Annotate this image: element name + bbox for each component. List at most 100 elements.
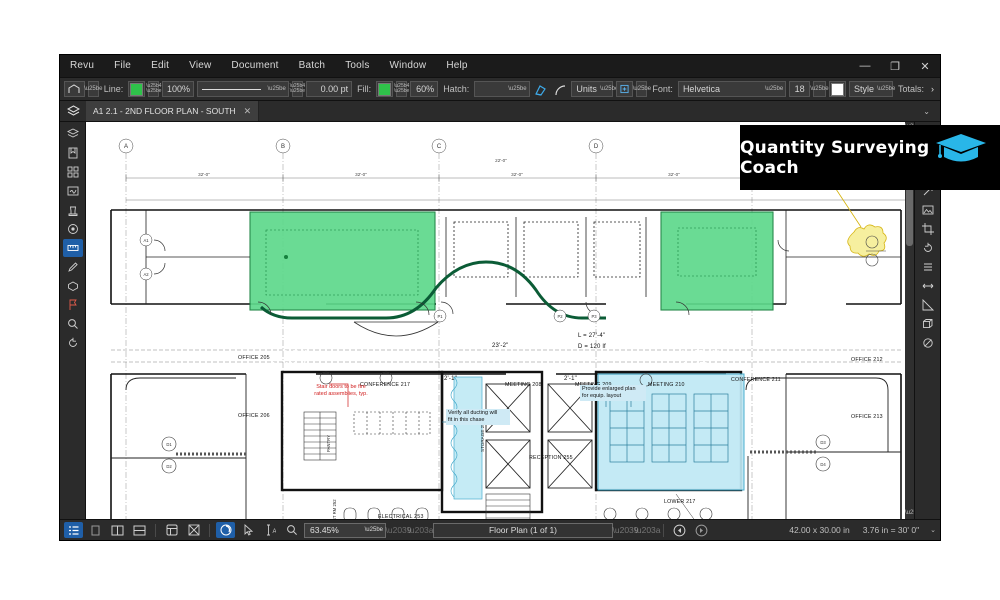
font-size-value[interactable]: 18 — [789, 81, 810, 97]
tab-overflow-icon[interactable]: ⌄ — [917, 107, 936, 116]
measurement-label[interactable]: A = 640 sf — [271, 362, 306, 369]
last-page-icon[interactable] — [692, 522, 711, 538]
measurements-icon[interactable] — [62, 239, 83, 257]
arc-tool-icon[interactable] — [552, 81, 568, 98]
count-tool-icon[interactable] — [918, 258, 938, 276]
line-width-stepper[interactable]: \u25b4 \u25be — [290, 81, 305, 97]
menu-item-view[interactable]: View — [179, 55, 221, 77]
menu-item-batch[interactable]: Batch — [289, 55, 336, 77]
align-icon[interactable] — [616, 81, 634, 97]
flag-icon[interactable] — [63, 296, 83, 314]
svg-text:32'-0": 32'-0" — [668, 172, 680, 177]
highlighter-icon[interactable] — [533, 81, 549, 98]
revert-icon[interactable] — [63, 334, 83, 352]
align-dropdown[interactable]: \u25be — [633, 81, 651, 97]
annotation-stair-doors[interactable]: Stair doors to be fire rated assemblies,… — [296, 384, 386, 398]
volume-tool-icon[interactable] — [918, 315, 938, 333]
zoom-in-step-icon[interactable]: \u203a — [408, 522, 434, 538]
zoom-tool-icon[interactable] — [282, 522, 301, 538]
window-controls: — ❐ ✕ — [850, 55, 940, 77]
measurement-label[interactable]: D = 120 lf — [578, 344, 606, 350]
style-dropdown[interactable]: Style \u25be — [848, 81, 895, 97]
bookmarks-icon[interactable] — [63, 144, 83, 162]
select-tool-icon[interactable] — [238, 522, 257, 538]
zoom-out-step-icon[interactable]: \u2039 — [386, 522, 412, 538]
markup-pen-icon[interactable] — [63, 258, 83, 276]
area-tool-icon[interactable] — [918, 296, 938, 314]
length-tool-icon[interactable] — [918, 277, 938, 295]
line-opacity-value[interactable]: 100% — [162, 81, 194, 97]
measurement-label[interactable]: 2'-1" — [444, 376, 457, 382]
single-page-icon[interactable] — [86, 522, 105, 538]
tab-a1-2-1-2nd-floor-plan-south[interactable]: A1 2.1 - 2ND FLOOR PLAN - SOUTH ✕ — [86, 101, 260, 121]
diameter-tool-icon[interactable] — [918, 334, 938, 352]
measurement-label[interactable]: L = 100'-9" — [271, 350, 308, 357]
maximize-icon[interactable]: ❐ — [880, 55, 910, 77]
minimize-icon[interactable]: — — [850, 55, 880, 77]
menu-item-document[interactable]: Document — [221, 55, 288, 77]
close-icon[interactable]: ✕ — [910, 55, 940, 77]
fit-page-icon[interactable] — [184, 522, 203, 538]
shape-icon[interactable] — [63, 277, 83, 295]
menu-item-tools[interactable]: Tools — [335, 55, 379, 77]
room-label: OFFICE 212 — [851, 357, 883, 363]
font-size-dropdown[interactable]: \u25be — [810, 81, 829, 97]
menu-item-window[interactable]: Window — [380, 55, 437, 77]
text-select-icon[interactable]: A — [260, 522, 279, 538]
shape-tool-dropdown[interactable]: \u25be — [84, 81, 102, 97]
measurement-label[interactable]: 2'-1" — [564, 376, 577, 382]
split-horizontal-icon[interactable] — [130, 522, 149, 538]
tab-close-icon[interactable]: ✕ — [244, 106, 252, 117]
toolbar-overflow-icon[interactable]: › — [929, 84, 936, 94]
svg-text:D: D — [594, 144, 599, 150]
shape-tool-icon[interactable] — [64, 81, 85, 97]
rotate-tool-icon[interactable] — [918, 239, 938, 257]
first-page-icon[interactable] — [670, 522, 689, 538]
svg-text:A2: A2 — [143, 272, 149, 277]
crop-tool-icon[interactable] — [918, 220, 938, 238]
units-dropdown[interactable]: Units \u25be — [571, 81, 618, 97]
fill-opacity-stepper[interactable]: \u25b4 \u25be — [394, 81, 409, 97]
measurement-label[interactable]: L = 27'-4" — [578, 333, 605, 339]
measurement-label[interactable]: 23'-2" — [492, 343, 508, 349]
next-page-icon[interactable]: \u203a — [635, 522, 661, 538]
line-width-value[interactable]: 0.00 pt — [305, 81, 353, 97]
annotation-duct-chase[interactable]: Verify all ducting will fit in this chas… — [446, 409, 510, 425]
layers-icon[interactable] — [60, 101, 86, 121]
font-color-swatch[interactable] — [828, 81, 846, 97]
pan-tool-icon[interactable] — [216, 522, 235, 538]
line-style-dropdown[interactable]: \u25be — [197, 81, 289, 97]
font-family-dropdown[interactable]: Helvetica \u25be — [677, 81, 787, 97]
search-icon[interactable] — [63, 315, 83, 333]
thumbnails-icon[interactable] — [63, 163, 83, 181]
signature-icon[interactable] — [63, 182, 83, 200]
fill-opacity-value[interactable]: 60% — [410, 81, 439, 97]
fill-color-swatch[interactable] — [376, 81, 394, 97]
hatch-dropdown[interactable]: \u25be — [474, 81, 530, 97]
annotation-equip-layout[interactable]: Provide enlarged plan for equip. layout — [580, 385, 646, 401]
menu-item-edit[interactable]: Edit — [141, 55, 179, 77]
menu-item-help[interactable]: Help — [436, 55, 477, 77]
line-color-swatch[interactable] — [128, 81, 146, 97]
font-label: Font: — [652, 84, 673, 94]
measurement-label[interactable]: L = 77'-10" — [682, 350, 719, 357]
layers-panel-icon[interactable] — [63, 125, 83, 143]
image-tool-icon[interactable] — [918, 201, 938, 219]
zoom-level-dropdown[interactable]: 63.45% \u25be — [304, 522, 386, 538]
menu-item-revu[interactable]: Revu — [60, 55, 104, 77]
line-opacity-stepper[interactable]: \u25b4 \u25be — [146, 81, 161, 97]
menu-item-file[interactable]: File — [104, 55, 141, 77]
svg-text:A1: A1 — [143, 238, 149, 243]
measurement-label[interactable]: A = 370 sf — [682, 362, 717, 369]
line-label: Line: — [103, 84, 124, 94]
page-navigator[interactable]: Floor Plan (1 of 1) — [433, 522, 613, 538]
scroll-down-icon[interactable]: \u25be — [905, 508, 914, 519]
list-view-icon[interactable] — [64, 522, 83, 538]
capture-icon[interactable] — [63, 220, 83, 238]
grid-view-icon[interactable] — [162, 522, 181, 538]
page-size-readout: 42.00 x 30.00 in — [789, 525, 850, 535]
prev-page-icon[interactable]: \u2039 — [613, 522, 639, 538]
stamp-icon[interactable] — [63, 201, 83, 219]
statusbar-expand-icon[interactable]: ⌄ — [930, 526, 936, 534]
two-page-icon[interactable] — [108, 522, 127, 538]
